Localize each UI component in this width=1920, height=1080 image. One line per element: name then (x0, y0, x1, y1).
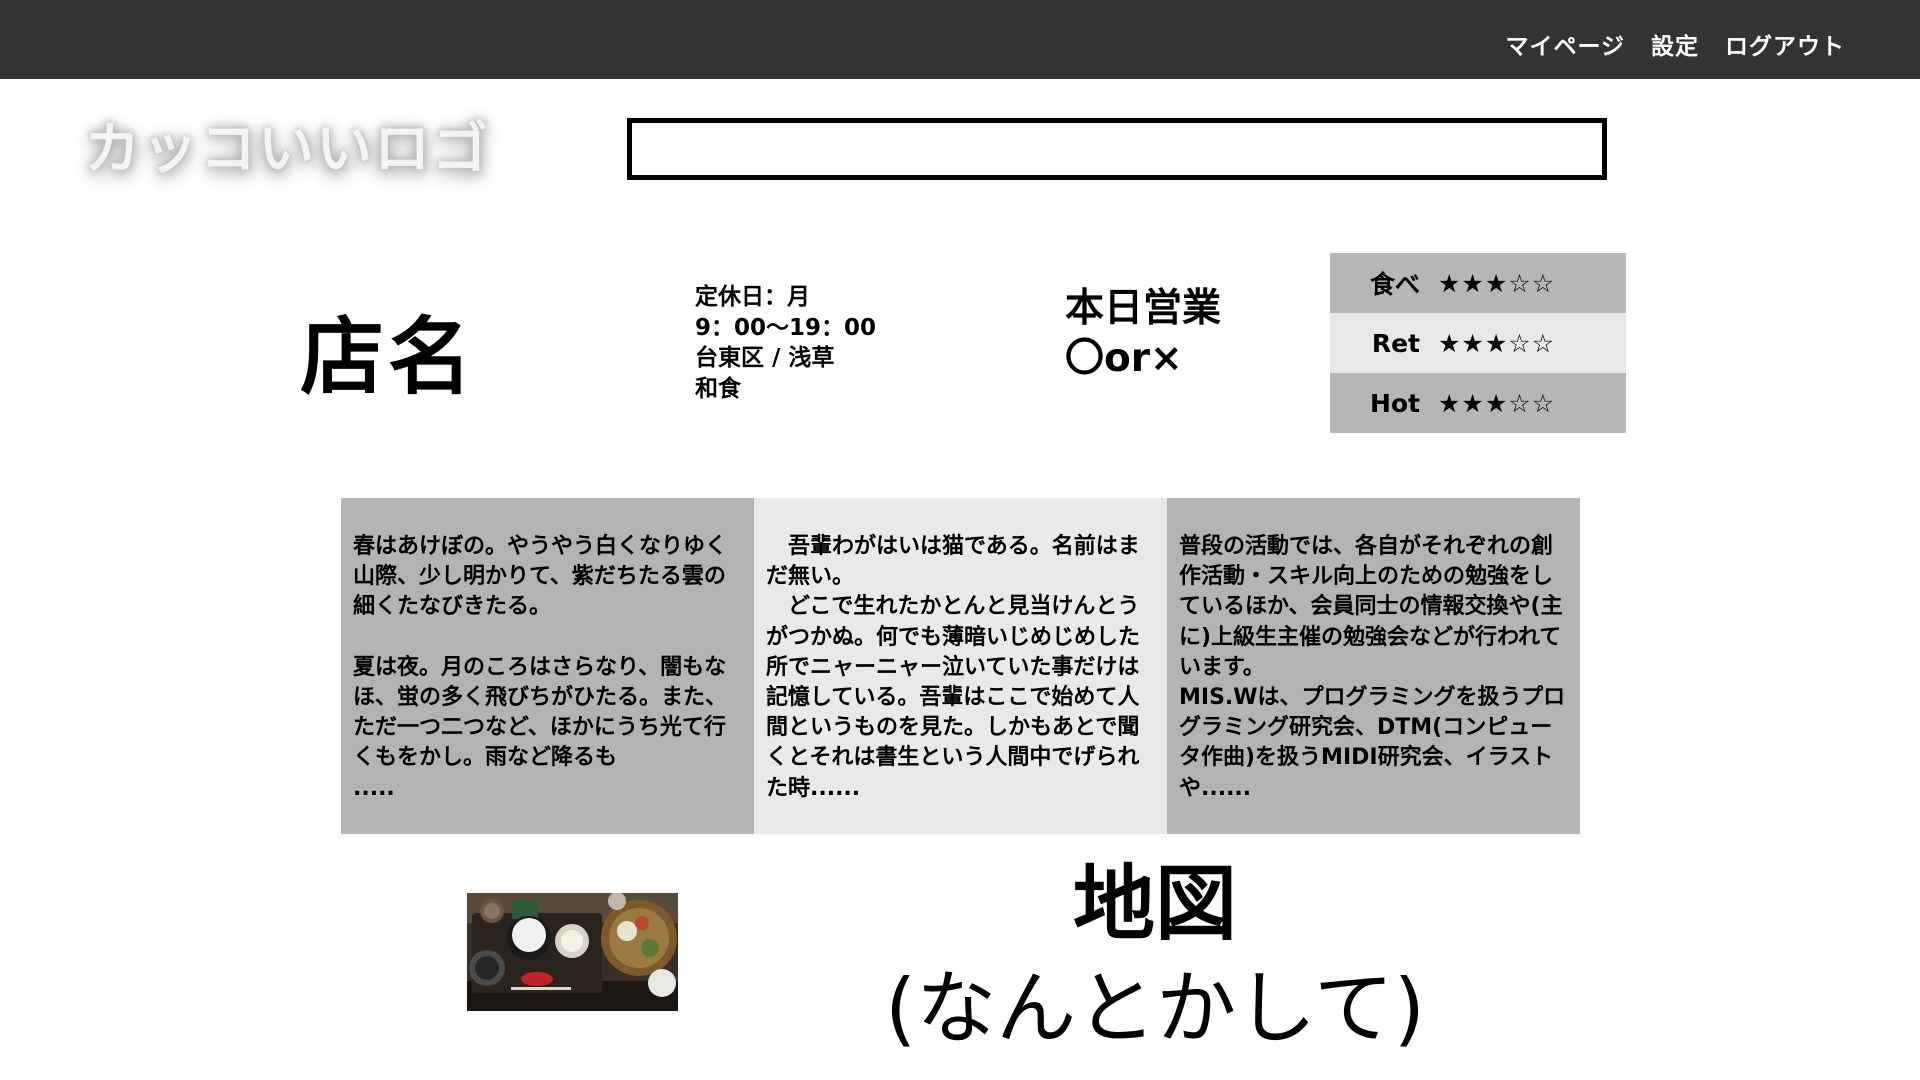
rating-row-hot: Hot ★★★☆☆ (1330, 373, 1626, 433)
shop-name: 店名 (300, 308, 477, 406)
map-placeholder: 地図 (なんとかして) (845, 855, 1465, 1063)
ratings-table: 食べ ★★★☆☆ Ret ★★★☆☆ Hot ★★★☆☆ (1330, 253, 1626, 433)
rating-label: Ret (1371, 328, 1420, 358)
description-column-1: 春はあけぼの。やうやう白くなりゆく山際、少し明かりて、紫だちたる雲の細くたなびき… (341, 498, 754, 834)
rating-row-food: 食べ ★★★☆☆ (1330, 253, 1626, 313)
description-column-3: 普段の活動では、各自がそれぞれの創作活動・スキル向上のための勉強をしているほか、… (1167, 498, 1580, 834)
rating-row-ret: Ret ★★★☆☆ (1330, 313, 1626, 373)
rating-stars: ★★★☆☆ (1438, 388, 1556, 418)
map-subtitle: (なんとかして) (884, 962, 1426, 1055)
rating-stars: ★★★☆☆ (1438, 328, 1556, 358)
nav-mypage-link[interactable]: マイページ (1505, 27, 1625, 61)
nav-logout-link[interactable]: ログアウト (1725, 27, 1845, 61)
shop-hours: 9：00〜19：00 (695, 314, 877, 341)
nav-settings-link[interactable]: 設定 (1651, 27, 1699, 61)
description-column-2: 吾輩わがはいは猫である。名前はまだ無い。 どこで生れたかとんと見当けんとうがつか… (754, 498, 1167, 834)
food-photo (467, 893, 678, 1011)
shop-closed-day: 定休日：月 (695, 284, 810, 310)
today-open-status: 本日営業 〇or× (1065, 284, 1221, 384)
rating-stars: ★★★☆☆ (1438, 268, 1556, 298)
food-photo-image (467, 893, 678, 1011)
rating-label: 食べ (1369, 270, 1420, 299)
description-columns: 春はあけぼの。やうやう白くなりゆく山際、少し明かりて、紫だちたる雲の細くたなびき… (341, 498, 1580, 834)
top-nav: マイページ 設定 ログアウト (1505, 0, 1845, 88)
site-logo[interactable]: カッコいいロゴ (84, 104, 490, 185)
map-title: 地図 (1072, 857, 1237, 952)
search-input[interactable] (627, 118, 1607, 180)
top-bar: マイページ 設定 ログアウト (0, 0, 1920, 79)
shop-genre: 和食 (695, 375, 741, 402)
shop-area: 台東区 / 浅草 (695, 345, 835, 371)
shop-info: 定休日：月 9：00〜19：00 台東区 / 浅草 和食 (695, 282, 876, 404)
today-open-value: 〇or× (1065, 336, 1183, 381)
rating-label: Hot (1369, 388, 1420, 418)
today-open-label: 本日営業 (1065, 286, 1222, 331)
